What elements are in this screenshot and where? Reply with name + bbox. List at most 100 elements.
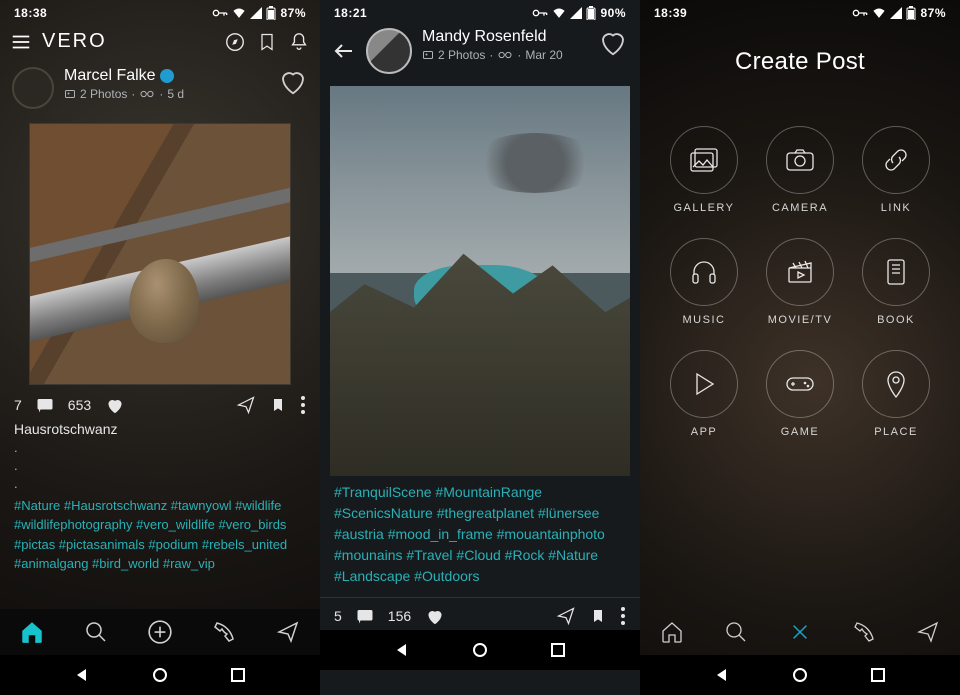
back-arrow-icon[interactable] xyxy=(332,39,356,63)
pin-icon xyxy=(885,369,907,399)
battery-icon xyxy=(906,6,916,20)
book-icon xyxy=(884,258,908,286)
caption-truncated: ... xyxy=(0,439,320,494)
battery-icon xyxy=(586,6,596,20)
comment-icon[interactable] xyxy=(36,397,54,413)
nav-send-icon[interactable] xyxy=(275,619,301,645)
meta-photos: 2 Photos xyxy=(80,87,127,101)
sys-home-icon[interactable] xyxy=(791,666,809,684)
menu-icon[interactable] xyxy=(10,31,32,53)
compass-icon[interactable] xyxy=(224,31,246,53)
create-options-grid: GALLERY CAMERA LINK MUSIC MOVIE/TV BOOK … xyxy=(640,126,960,438)
sys-back-icon[interactable] xyxy=(393,641,411,659)
sys-home-icon[interactable] xyxy=(471,641,489,659)
option-place[interactable]: PLACE xyxy=(848,350,944,438)
more-icon[interactable] xyxy=(620,606,626,626)
avatar[interactable] xyxy=(12,67,54,109)
bell-icon[interactable] xyxy=(288,31,310,53)
sys-recent-icon[interactable] xyxy=(549,641,567,659)
sys-back-icon[interactable] xyxy=(713,666,731,684)
heart-filled-icon[interactable] xyxy=(105,396,125,414)
option-label: APP xyxy=(691,426,718,438)
nav-close-icon[interactable] xyxy=(787,619,813,645)
app-topbar: VERO xyxy=(0,22,320,61)
post-hashtags[interactable]: #TranquilScene #MountainRange #ScenicsNa… xyxy=(320,476,640,593)
link-icon xyxy=(882,146,910,174)
post-author[interactable]: Marcel Falke xyxy=(64,67,268,85)
vpn-key-icon xyxy=(532,8,548,18)
more-icon[interactable] xyxy=(300,395,306,415)
nav-home-icon[interactable] xyxy=(659,619,685,645)
like-count[interactable]: 653 xyxy=(68,397,91,413)
bookmark-icon[interactable] xyxy=(256,31,278,53)
post-actions: 5 156 xyxy=(320,602,640,630)
status-battery-pct: 87% xyxy=(920,6,946,20)
app-logo[interactable]: VERO xyxy=(42,30,107,53)
play-triangle-icon xyxy=(691,371,717,397)
author-name: Marcel Falke xyxy=(64,67,156,85)
post-image[interactable] xyxy=(29,123,291,385)
option-movie[interactable]: MOVIE/TV xyxy=(752,238,848,326)
like-count[interactable]: 156 xyxy=(388,608,411,624)
like-outline-icon[interactable] xyxy=(278,67,308,97)
share-icon[interactable] xyxy=(236,395,256,415)
screen-feed: 18:38 87% VERO Marcel Falke 2 Photos · xyxy=(0,0,320,695)
camera-icon xyxy=(785,148,815,172)
nav-search-icon[interactable] xyxy=(723,619,749,645)
share-icon[interactable] xyxy=(556,606,576,626)
status-bar: 18:39 87% xyxy=(640,0,960,22)
option-label: MUSIC xyxy=(683,314,726,326)
option-label: PLACE xyxy=(874,426,918,438)
sys-home-icon[interactable] xyxy=(151,666,169,684)
status-time: 18:38 xyxy=(14,6,47,20)
nav-call-icon[interactable] xyxy=(851,619,877,645)
sys-back-icon[interactable] xyxy=(73,666,91,684)
sys-recent-icon[interactable] xyxy=(229,666,247,684)
nav-home-icon[interactable] xyxy=(19,619,45,645)
wifi-icon xyxy=(232,7,246,19)
bottom-nav xyxy=(0,609,320,655)
audience-icon xyxy=(139,89,155,99)
option-app[interactable]: APP xyxy=(656,350,752,438)
system-nav xyxy=(0,655,320,695)
headphones-icon xyxy=(690,259,718,285)
bookmark-action-icon[interactable] xyxy=(590,606,606,626)
post-actions: 7 653 xyxy=(0,385,320,419)
option-gallery[interactable]: GALLERY xyxy=(656,126,752,214)
comment-count[interactable]: 5 xyxy=(334,608,342,624)
nav-search-icon[interactable] xyxy=(83,619,109,645)
avatar[interactable] xyxy=(366,28,412,74)
nav-send-icon[interactable] xyxy=(915,619,941,645)
meta-photos: 2 Photos xyxy=(438,48,485,62)
post-image[interactable] xyxy=(330,86,630,476)
option-game[interactable]: GAME xyxy=(752,350,848,438)
option-music[interactable]: MUSIC xyxy=(656,238,752,326)
system-nav xyxy=(640,655,960,695)
status-right: 90% xyxy=(532,6,626,20)
comment-icon[interactable] xyxy=(356,608,374,624)
bookmark-action-icon[interactable] xyxy=(270,395,286,415)
signal-icon xyxy=(250,7,262,19)
heart-filled-icon[interactable] xyxy=(425,607,445,625)
gamepad-icon xyxy=(785,374,815,394)
nav-add-icon[interactable] xyxy=(147,619,173,645)
option-link[interactable]: LINK xyxy=(848,126,944,214)
option-book[interactable]: BOOK xyxy=(848,238,944,326)
status-bar: 18:38 87% xyxy=(0,0,320,22)
like-outline-icon[interactable] xyxy=(598,28,628,58)
sys-recent-icon[interactable] xyxy=(869,666,887,684)
option-label: BOOK xyxy=(877,314,915,326)
option-label: CAMERA xyxy=(772,202,828,214)
option-label: GAME xyxy=(781,426,819,438)
post-author[interactable]: Mandy Rosenfeld xyxy=(422,28,588,46)
status-time: 18:21 xyxy=(334,6,367,20)
photo-icon xyxy=(422,49,434,61)
comment-count[interactable]: 7 xyxy=(14,397,22,413)
meta-age: 5 d xyxy=(167,87,184,101)
post-hashtags[interactable]: #Nature #Hausrotschwanz #tawnyowl #wildl… xyxy=(0,494,320,574)
option-camera[interactable]: CAMERA xyxy=(752,126,848,214)
photo-icon xyxy=(64,88,76,100)
post-meta: 2 Photos · · 5 d xyxy=(64,87,268,101)
battery-icon xyxy=(266,6,276,20)
nav-call-icon[interactable] xyxy=(211,619,237,645)
